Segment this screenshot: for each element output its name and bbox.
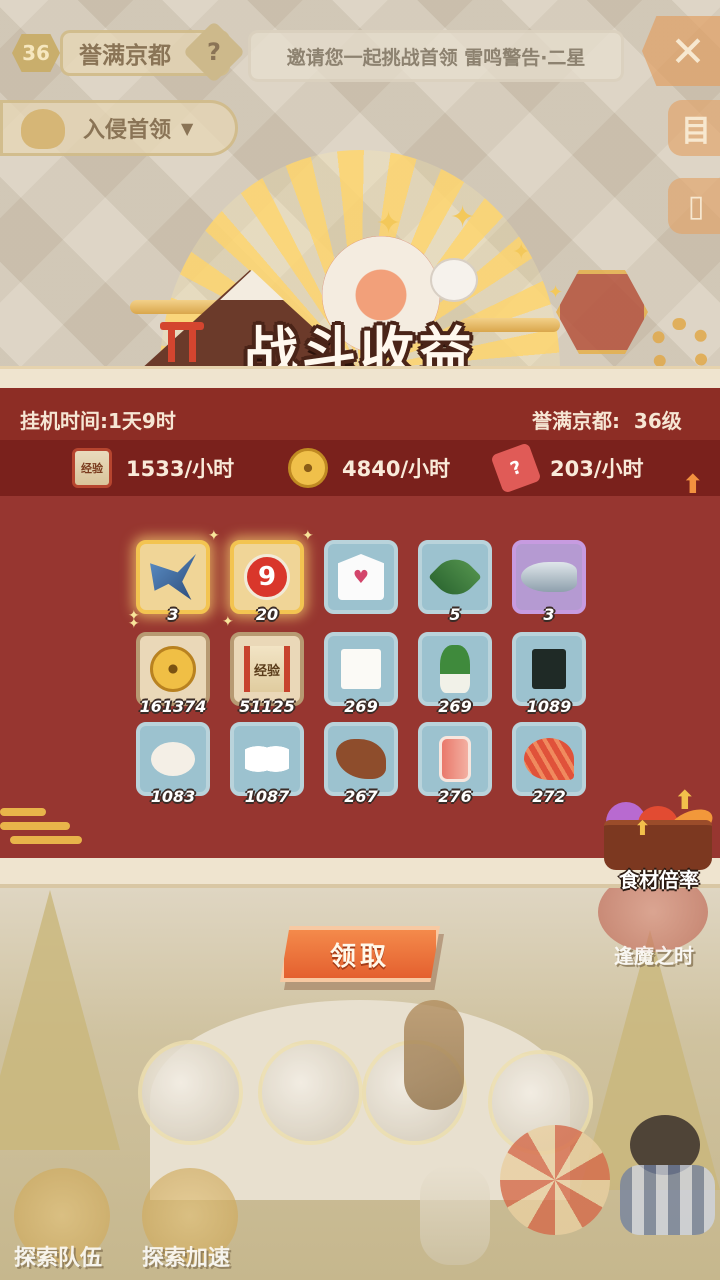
sparkle-icon: ✦: [302, 528, 314, 544]
coin-icon: [288, 448, 328, 488]
shrimp-icon: [524, 738, 574, 780]
card-button[interactable]: ▯: [668, 178, 720, 234]
food-sack-icon: [404, 1000, 464, 1110]
temari-ball-icon: [500, 1125, 610, 1235]
explore-team-label: 探索队伍: [14, 1246, 103, 1271]
milk-carton-icon: ♥: [338, 554, 384, 600]
item-count: 1089: [526, 697, 572, 716]
task-list-button[interactable]: 目: [668, 100, 720, 156]
sparkle-icon: ✦: [222, 614, 234, 630]
item-count: 51125: [239, 697, 295, 716]
party-member-portrait: [258, 1040, 363, 1145]
ticket-rate-value: 203/小时: [550, 457, 644, 481]
reward-item-slot[interactable]: 1087: [230, 722, 304, 806]
ticket-rate: ? 203/小时: [490, 442, 644, 494]
sparkle-icon: ✦: [548, 282, 564, 303]
reward-item-slot[interactable]: 272: [512, 722, 586, 806]
food-multiplier-label: 食材倍率: [619, 868, 699, 892]
rice-icon: [245, 739, 289, 779]
sparkle-icon: ✦: [450, 200, 476, 235]
sparkle-icon: ✦: [128, 616, 140, 632]
reward-item-slot[interactable]: 1083: [136, 722, 210, 806]
help-glyph: ?: [207, 38, 221, 66]
fish-icon: [521, 562, 577, 592]
reward-item-grid: 3 9 20 ♥ 5 3 161374 经验 51125 269 269 108…: [136, 540, 592, 810]
sparkle-icon: ✦: [376, 206, 402, 241]
item-count: 269: [438, 697, 472, 716]
invade-boss-dropdown[interactable]: 入侵首领 ▼: [0, 100, 238, 156]
invade-boss-label: 入侵首领: [83, 118, 172, 143]
exp-scroll-icon: 经验: [244, 646, 290, 692]
nine-token-icon: 9: [244, 554, 290, 600]
bok-choy-icon: [440, 645, 470, 693]
tofu-icon: [341, 649, 381, 689]
item-count: 272: [532, 787, 566, 806]
item-count: 267: [344, 787, 378, 806]
mount-fuji-snowcap: [220, 270, 284, 300]
coin-rate: 4840/小时: [288, 446, 450, 490]
boss-invite-bar[interactable]: 邀请您一起挑战首领 雷鸣警告·二星: [248, 30, 624, 82]
reward-item-slot[interactable]: 276: [418, 722, 492, 806]
rate-up-arrow-icon: ⬆: [682, 470, 704, 500]
chevron-down-icon: ▼: [181, 118, 194, 138]
party-member-portrait: [138, 1040, 243, 1145]
item-count: 276: [438, 787, 472, 806]
item-count: 20: [255, 605, 279, 624]
map-name: 誉满京都: [79, 43, 171, 69]
reward-item-slot[interactable]: 269: [324, 632, 398, 716]
reward-item-slot[interactable]: 5: [418, 540, 492, 624]
ticket-icon: ?: [490, 442, 542, 494]
paper-bird-icon: [150, 554, 196, 600]
item-count: 5: [449, 605, 461, 624]
sparkle-icon: ✦: [512, 240, 531, 265]
meat-icon: [439, 736, 471, 782]
seaweed-icon: [532, 649, 566, 689]
reward-item-slot[interactable]: 1089: [512, 632, 586, 716]
basket-icon: [604, 820, 712, 870]
eel-icon: [336, 739, 386, 779]
help-icon[interactable]: ?: [182, 20, 246, 84]
reward-item-slot[interactable]: 9 20: [230, 540, 304, 624]
region-level-text: 誉满京都: 36级: [532, 409, 682, 433]
sparkle-icon: ✦: [208, 528, 220, 544]
panel-top-trim: [0, 366, 720, 388]
item-count: 3: [167, 605, 179, 624]
level-badge: 36: [12, 34, 60, 72]
reward-item-slot[interactable]: 3: [512, 540, 586, 624]
item-count: 1087: [244, 787, 290, 806]
coin-rate-value: 4840/小时: [342, 457, 451, 481]
reward-item-slot[interactable]: 经验 51125: [230, 632, 304, 716]
close-button[interactable]: ✕: [642, 16, 720, 86]
oni-mask-icon: [21, 109, 65, 149]
reward-item-slot[interactable]: 161374: [136, 632, 210, 716]
claim-button[interactable]: 领取: [280, 926, 440, 982]
flour-icon: [151, 742, 195, 776]
background-tree: [0, 890, 120, 1150]
reward-item-slot[interactable]: ♥: [324, 540, 398, 614]
boss-time-label: 逢魔之时: [614, 944, 694, 968]
rabbit-mascot-icon: [430, 258, 478, 302]
item-count: 269: [344, 697, 378, 716]
up-arrow-icon: ⬆: [674, 786, 696, 816]
item-count: 1083: [150, 787, 196, 806]
reward-item-slot[interactable]: 267: [324, 722, 398, 806]
explore-speed-label: 探索加速: [142, 1246, 231, 1271]
exp-rate-value: 1533/小时: [126, 457, 235, 481]
item-count: 3: [543, 605, 555, 624]
reward-item-slot[interactable]: 3: [136, 540, 210, 624]
item-count: 161374: [139, 697, 207, 716]
up-arrow-icon: ⬆: [634, 816, 651, 840]
reward-item-slot[interactable]: 269: [418, 632, 492, 716]
food-sack-icon: [420, 1165, 490, 1265]
exp-scroll-icon: 经验: [72, 448, 112, 488]
gold-coin-icon: [150, 646, 196, 692]
exp-rate: 经验 1533/小时: [72, 446, 234, 490]
gold-cloud-decoration: [0, 800, 82, 850]
kumamon-character: [620, 1115, 715, 1235]
leaf-vegetable-icon: [428, 550, 482, 604]
food-multiplier-button[interactable]: ⬆ ⬆ 食材倍率: [600, 786, 718, 892]
idle-time-text: 挂机时间:1天9时: [20, 409, 176, 433]
